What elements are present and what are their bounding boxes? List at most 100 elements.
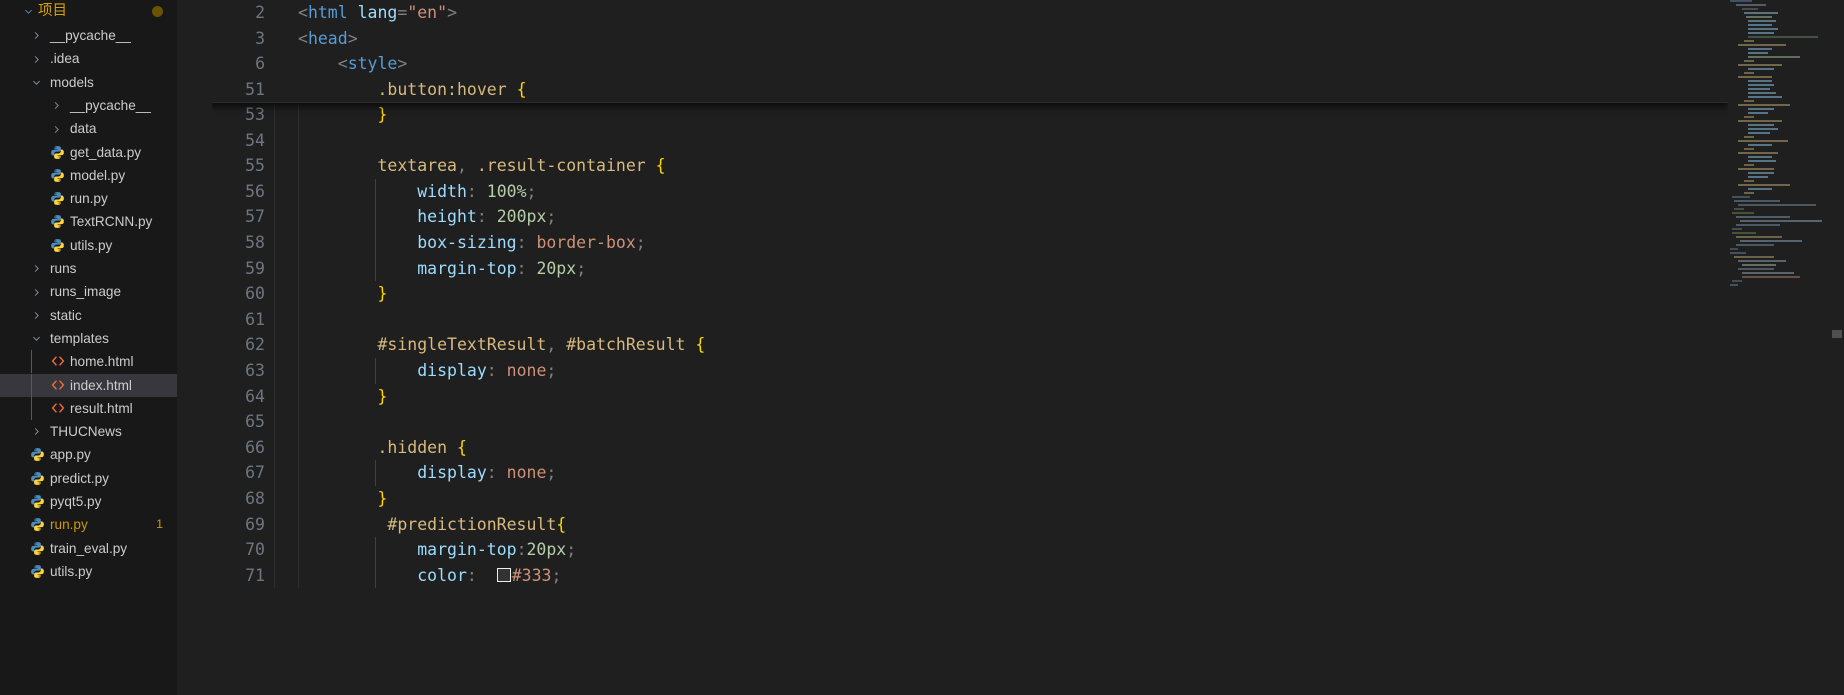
code-line[interactable]: 65 [212, 409, 1728, 435]
minimap-line [1744, 116, 1754, 118]
code-lines-container[interactable]: 53 } 54 55 textarea, .result-container {56… [212, 102, 1728, 589]
chevron-down-icon[interactable] [20, 0, 36, 23]
code-line[interactable]: 3 <head> [212, 26, 1728, 52]
tree-item-label: templates [50, 330, 109, 346]
chevron-right-icon[interactable] [28, 304, 44, 327]
tree-item-runs-image[interactable]: runs_image [0, 280, 177, 303]
line-content[interactable]: box-sizing: border-box; [298, 230, 646, 256]
minimap[interactable] [1728, 0, 1830, 695]
code-line[interactable]: 62 #singleTextResult, #batchResult { [212, 332, 1728, 358]
line-content[interactable]: <style> [298, 51, 408, 77]
line-number: 51 [245, 79, 265, 99]
tree-item--pycache-[interactable]: __pycache__ [0, 24, 177, 47]
tree-item-templates[interactable]: templates [0, 327, 177, 350]
tree-item-home-html[interactable]: home.html [0, 350, 177, 374]
minimap-line [1748, 112, 1768, 114]
minimap-line [1748, 36, 1818, 38]
line-content[interactable]: display: none; [298, 358, 556, 384]
line-content[interactable]: } [298, 102, 387, 128]
chevron-right-icon[interactable] [28, 257, 44, 280]
code-line[interactable]: 2 <html lang="en"> [212, 0, 1728, 26]
explorer-sidebar[interactable]: 项目 __pycache__ .idea models __pycache__ data g… [0, 0, 177, 695]
chevron-right-icon[interactable] [28, 24, 44, 47]
line-content[interactable]: .hidden { [298, 435, 466, 461]
explorer-root-row[interactable]: 项目 [0, 0, 177, 22]
code-line[interactable]: 53 } [212, 102, 1728, 128]
chevron-right-icon[interactable] [28, 280, 44, 303]
line-content[interactable]: margin-top: 20px; [298, 256, 586, 282]
minimap-line [1732, 228, 1742, 230]
code-line[interactable]: 68 } [212, 486, 1728, 512]
chevron-down-icon[interactable] [28, 71, 44, 94]
tree-item-data[interactable]: data [0, 117, 177, 140]
minimap-line [1748, 128, 1778, 130]
tree-item-models[interactable]: models [0, 71, 177, 94]
code-line[interactable]: 71 color: #333; [212, 562, 1728, 589]
line-number: 55 [245, 156, 265, 176]
tree-item-utils-py[interactable]: utils.py [0, 234, 177, 257]
scrollbar-thumb[interactable] [1832, 330, 1842, 338]
code-line[interactable]: 70 margin-top:20px; [212, 537, 1728, 563]
tree-item-run-py[interactable]: run.py [0, 187, 177, 210]
code-line[interactable]: 51 .button:hover { [212, 77, 1728, 103]
line-content[interactable]: <html lang="en"> [298, 0, 457, 26]
code-line[interactable]: 67 display: none; [212, 460, 1728, 486]
code-line[interactable]: 63 display: none; [212, 357, 1728, 384]
line-content[interactable]: #singleTextResult, #batchResult { [298, 332, 705, 358]
minimap-line [1742, 8, 1758, 10]
code-line[interactable]: 59 margin-top: 20px; [212, 255, 1728, 282]
minimap-line [1744, 12, 1778, 14]
tree-item-result-html[interactable]: result.html [0, 396, 177, 421]
tree-item-pyqt5-py[interactable]: pyqt5.py [0, 490, 177, 513]
chevron-right-icon[interactable] [48, 94, 64, 117]
tree-item-thucnews[interactable]: THUCNews [0, 420, 177, 443]
line-content[interactable]: height: 200px; [298, 204, 556, 230]
line-content[interactable]: textarea, .result-container { [298, 153, 665, 179]
tree-item-run-py[interactable]: run.py 1 [0, 513, 177, 536]
tree-item-train-eval-py[interactable]: train_eval.py [0, 537, 177, 560]
code-line[interactable]: 64 } [212, 384, 1728, 410]
minimap-line [1730, 0, 1752, 2]
tree-item-static[interactable]: static [0, 304, 177, 327]
code-line[interactable]: 66 .hidden { [212, 435, 1728, 461]
code-line[interactable]: 54 [212, 128, 1728, 154]
code-line[interactable]: 60 } [212, 281, 1728, 307]
tree-item-runs[interactable]: runs [0, 257, 177, 280]
line-content[interactable]: } [298, 486, 387, 512]
line-content[interactable]: } [298, 384, 387, 410]
code-editor[interactable]: 53 } 54 55 textarea, .result-container {56… [212, 0, 1728, 695]
chevron-right-icon[interactable] [28, 47, 44, 70]
color-swatch[interactable] [496, 567, 511, 582]
line-content[interactable]: display: none; [298, 460, 556, 486]
tree-item-app-py[interactable]: app.py [0, 443, 177, 466]
tree-item--idea[interactable]: .idea [0, 47, 177, 70]
tree-item--pycache-[interactable]: __pycache__ [0, 94, 177, 117]
line-content[interactable]: .button:hover { [298, 77, 526, 103]
line-content[interactable]: } [298, 281, 387, 307]
code-line[interactable]: 6 <style> [212, 51, 1728, 77]
line-content[interactable]: #predictionResult{ [298, 512, 566, 538]
tree-item-index-html[interactable]: index.html [0, 373, 177, 397]
python-icon [50, 168, 67, 184]
code-line[interactable]: 61 [212, 307, 1728, 333]
line-content[interactable]: color: #333; [298, 563, 561, 589]
line-content[interactable]: margin-top:20px; [298, 537, 576, 563]
chevron-right-icon[interactable] [48, 117, 64, 140]
code-line[interactable]: 56 width: 100%; [212, 178, 1728, 205]
code-line[interactable]: 57 height: 200px; [212, 204, 1728, 230]
tree-item-get-data-py[interactable]: get_data.py [0, 141, 177, 164]
chevron-down-icon[interactable] [28, 327, 44, 350]
tree-item-predict-py[interactable]: predict.py [0, 467, 177, 490]
overview-ruler-scrollbar[interactable] [1830, 0, 1844, 695]
chevron-right-icon[interactable] [28, 420, 44, 443]
code-line[interactable]: 58 box-sizing: border-box; [212, 229, 1728, 256]
code-line[interactable]: 69 #predictionResult{ [212, 512, 1728, 538]
code-line[interactable]: 55 textarea, .result-container { [212, 153, 1728, 179]
tree-item-textrcnn-py[interactable]: TextRCNN.py [0, 210, 177, 233]
line-content[interactable]: width: 100%; [298, 179, 536, 205]
line-content[interactable]: <head> [298, 26, 358, 52]
minimap-line [1732, 196, 1750, 198]
sticky-scroll-header[interactable]: 2 <html lang="en"> 3 <head> 6 <style> 51 .but… [212, 0, 1728, 103]
tree-item-utils-py[interactable]: utils.py [0, 560, 177, 583]
tree-item-model-py[interactable]: model.py [0, 164, 177, 187]
